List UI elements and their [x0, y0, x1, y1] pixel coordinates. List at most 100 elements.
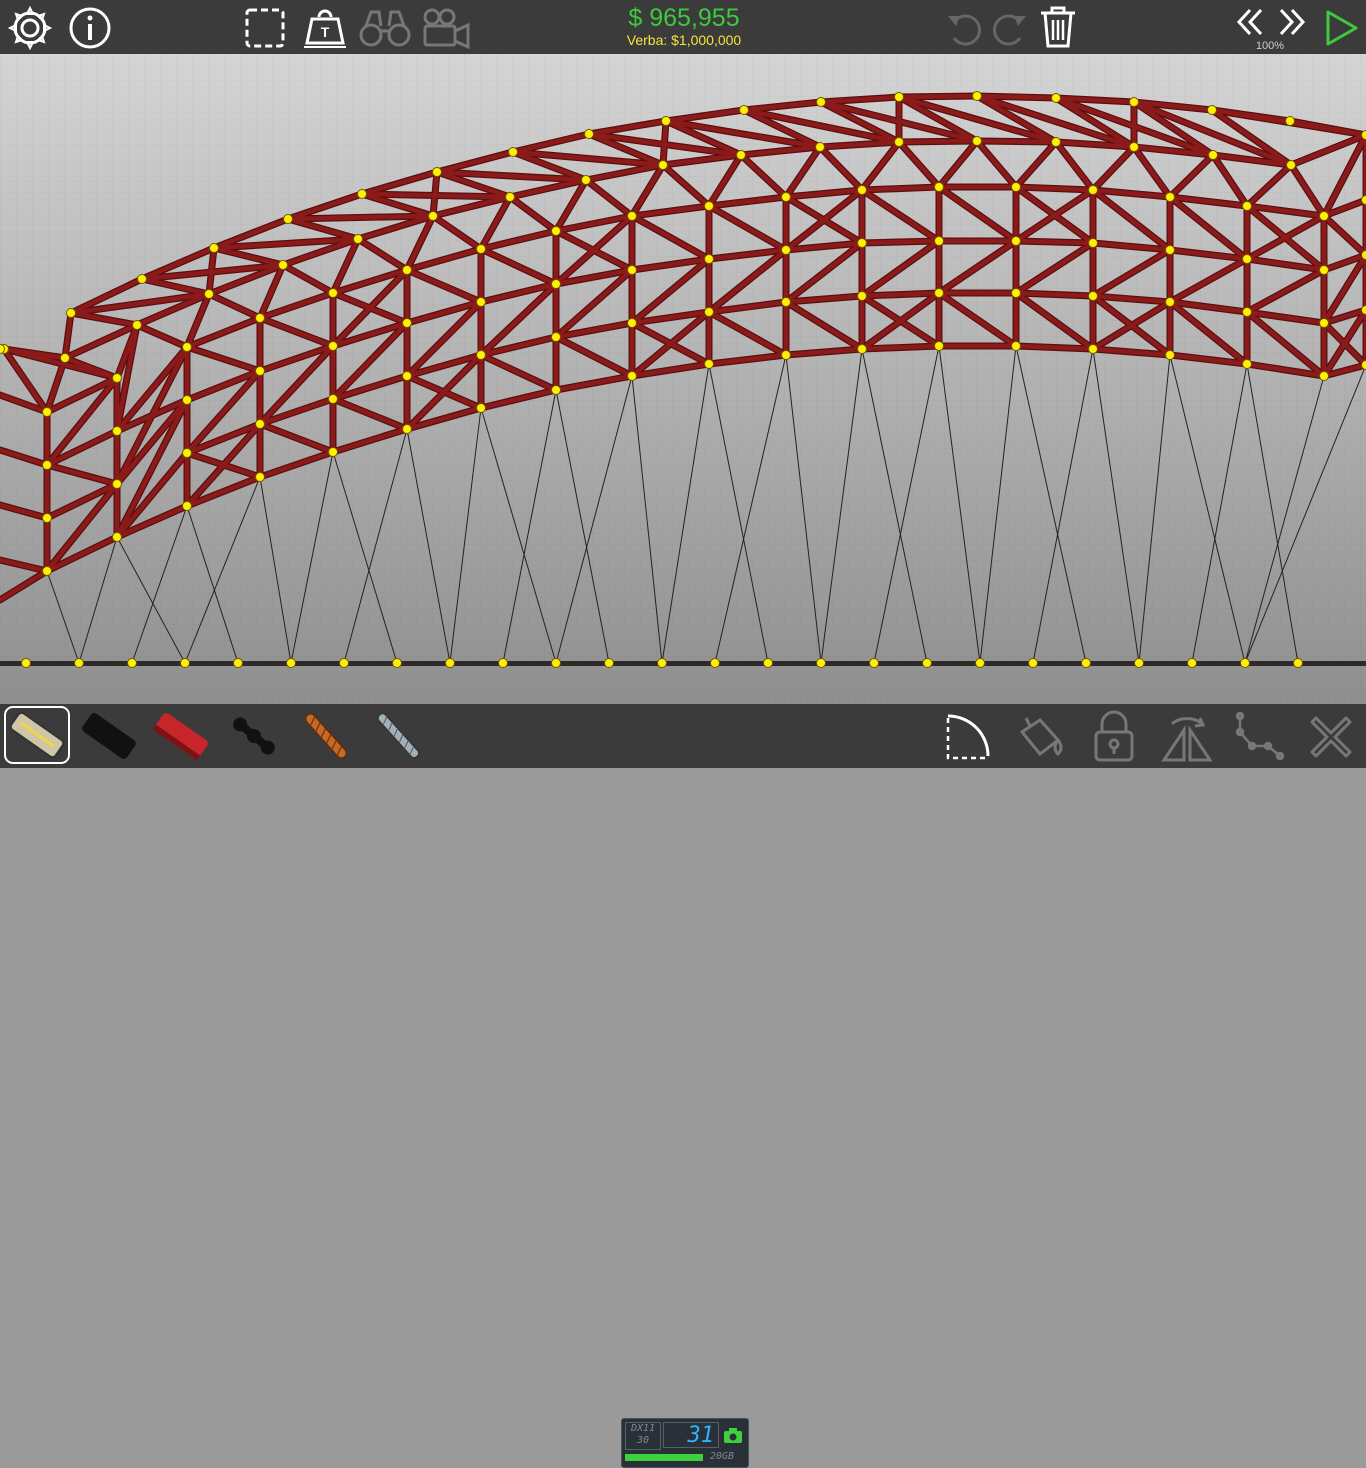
joint[interactable]	[329, 395, 338, 404]
joint[interactable]	[605, 659, 614, 668]
redo-icon[interactable]	[990, 8, 1030, 48]
joint[interactable]	[923, 659, 932, 668]
play-icon[interactable]	[1322, 8, 1360, 48]
bridge-svg[interactable]	[0, 54, 1366, 704]
joint[interactable]	[858, 186, 867, 195]
joint[interactable]	[817, 98, 826, 107]
joint[interactable]	[764, 659, 773, 668]
joint[interactable]	[705, 255, 714, 264]
joint[interactable]	[1320, 372, 1329, 381]
joint[interactable]	[329, 448, 338, 457]
joint[interactable]	[1012, 342, 1021, 351]
joint[interactable]	[43, 514, 52, 523]
joint[interactable]	[1362, 306, 1366, 315]
joint[interactable]	[287, 659, 296, 668]
joint[interactable]	[1320, 212, 1329, 221]
joint[interactable]	[552, 659, 561, 668]
joint[interactable]	[403, 266, 412, 275]
joint[interactable]	[256, 420, 265, 429]
joint[interactable]	[628, 319, 637, 328]
joint[interactable]	[662, 117, 671, 126]
material-cable[interactable]	[370, 706, 426, 766]
joint[interactable]	[340, 659, 349, 668]
lock-icon[interactable]	[1092, 710, 1136, 764]
joint[interactable]	[183, 449, 192, 458]
joint[interactable]	[1166, 246, 1175, 255]
joint[interactable]	[1362, 361, 1366, 370]
joint[interactable]	[67, 309, 76, 318]
joint[interactable]	[210, 244, 219, 253]
joint[interactable]	[0, 345, 5, 354]
joint[interactable]	[973, 92, 982, 101]
joint[interactable]	[1209, 151, 1218, 160]
slow-down-icon[interactable]	[1234, 6, 1266, 38]
settings-icon[interactable]	[7, 5, 53, 51]
joint[interactable]	[935, 342, 944, 351]
joint[interactable]	[477, 351, 486, 360]
joint[interactable]	[446, 659, 455, 668]
joint[interactable]	[477, 298, 486, 307]
joint[interactable]	[1029, 659, 1038, 668]
joint[interactable]	[61, 354, 70, 363]
joint[interactable]	[183, 502, 192, 511]
joint[interactable]	[43, 408, 52, 417]
joint[interactable]	[895, 93, 904, 102]
joint[interactable]	[133, 321, 142, 330]
camera-icon[interactable]	[422, 7, 472, 49]
arc-tool-icon[interactable]	[944, 710, 996, 762]
joint[interactable]	[128, 659, 137, 668]
joint[interactable]	[659, 161, 668, 170]
joint[interactable]	[113, 427, 122, 436]
joint[interactable]	[1166, 351, 1175, 360]
joint[interactable]	[509, 148, 518, 157]
joint[interactable]	[234, 659, 243, 668]
joint[interactable]	[552, 333, 561, 342]
joint[interactable]	[1241, 659, 1250, 668]
joint[interactable]	[1287, 161, 1296, 170]
joint[interactable]	[858, 239, 867, 248]
joint[interactable]	[113, 374, 122, 383]
joint[interactable]	[43, 461, 52, 470]
joint[interactable]	[354, 235, 363, 244]
joint[interactable]	[1052, 94, 1061, 103]
joint[interactable]	[858, 345, 867, 354]
joint[interactable]	[1089, 292, 1098, 301]
undo-icon[interactable]	[944, 8, 984, 48]
joint[interactable]	[181, 659, 190, 668]
joint[interactable]	[895, 138, 904, 147]
joint[interactable]	[1089, 186, 1098, 195]
joint[interactable]	[711, 659, 720, 668]
speed-up-icon[interactable]	[1276, 6, 1308, 38]
joint[interactable]	[22, 659, 31, 668]
joint[interactable]	[705, 308, 714, 317]
joint[interactable]	[628, 266, 637, 275]
joint[interactable]	[1089, 239, 1098, 248]
joint[interactable]	[582, 176, 591, 185]
material-wood[interactable]	[150, 708, 212, 764]
joint[interactable]	[329, 289, 338, 298]
joint[interactable]	[705, 360, 714, 369]
split-joint-icon[interactable]	[1232, 710, 1286, 764]
joint[interactable]	[329, 342, 338, 351]
joint[interactable]	[1294, 659, 1303, 668]
paint-bucket-icon[interactable]	[1016, 712, 1066, 762]
material-rope[interactable]	[298, 706, 354, 766]
info-icon[interactable]	[68, 6, 112, 50]
joint[interactable]	[858, 292, 867, 301]
joint[interactable]	[737, 151, 746, 160]
joint[interactable]	[113, 533, 122, 542]
joint[interactable]	[393, 659, 402, 668]
screenshot-icon[interactable]	[723, 1428, 743, 1448]
joint[interactable]	[1320, 319, 1329, 328]
joint[interactable]	[506, 193, 515, 202]
joint[interactable]	[183, 343, 192, 352]
joint[interactable]	[1012, 183, 1021, 192]
joint[interactable]	[403, 372, 412, 381]
joint[interactable]	[358, 190, 367, 199]
bridge-canvas[interactable]	[0, 54, 1366, 704]
joint[interactable]	[279, 261, 288, 270]
joint[interactable]	[477, 245, 486, 254]
joint[interactable]	[256, 367, 265, 376]
material-reinforced-road[interactable]	[78, 708, 140, 764]
joint[interactable]	[1243, 202, 1252, 211]
